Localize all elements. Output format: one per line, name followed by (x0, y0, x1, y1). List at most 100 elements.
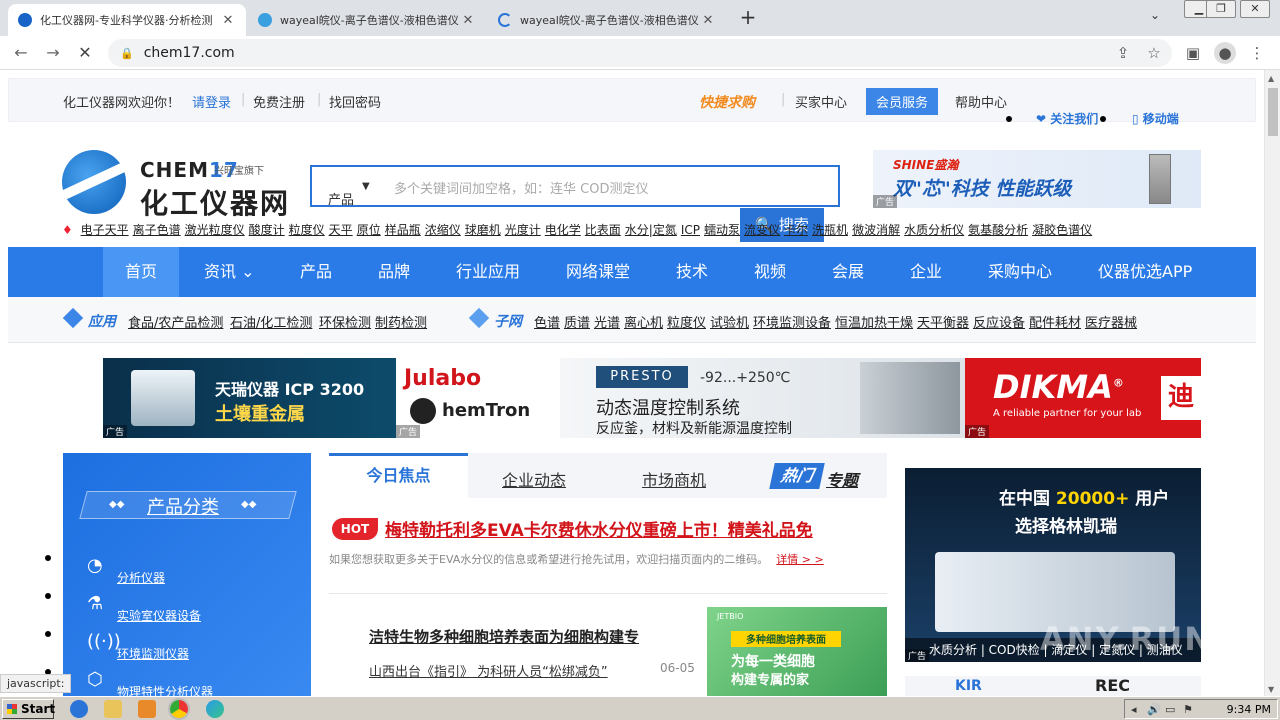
profile-avatar-icon[interactable]: ● (1214, 42, 1236, 64)
stop-loading-icon[interactable]: ✕ (74, 42, 96, 64)
scroll-down-icon[interactable]: ▼ (1268, 685, 1274, 694)
sub-nav-link[interactable]: 恒温加热干燥 (835, 312, 913, 331)
new-tab-button[interactable]: + (736, 6, 760, 30)
follow-us-link[interactable]: ❤ 关注我们 (1036, 110, 1098, 127)
sub-nav-link[interactable]: 色谱 (534, 312, 560, 331)
bookmark-star-icon[interactable]: ☆ (1143, 42, 1165, 64)
member-service-button[interactable]: 会员服务 (866, 88, 939, 115)
tab-market[interactable]: 市场商机 (642, 467, 706, 491)
forward-icon[interactable]: → (42, 42, 64, 64)
nav-item[interactable]: 品牌 (378, 247, 410, 297)
sub-nav-link[interactable]: 石油/化工检测 (230, 312, 312, 331)
network-icon[interactable]: ▭ (1165, 703, 1175, 716)
headline-link[interactable]: 梅特勒托利多EVA卡尔费休水分仪重磅上市！精美礼品免 (385, 516, 813, 541)
chrome-icon[interactable] (168, 698, 190, 720)
nav-item[interactable]: 技术 (676, 247, 708, 297)
find-password-link[interactable]: 找回密码 (329, 92, 381, 111)
scroll-up-icon[interactable]: ▲ (1268, 74, 1274, 83)
nav-item[interactable]: 首页 (103, 247, 180, 297)
search-input[interactable]: 多个关键词间加空格，如：连华 COD测定仪 (394, 178, 648, 197)
scroll-thumb[interactable] (1268, 88, 1278, 136)
news-item-link[interactable]: 山西出台《指引》 为科研人员“松绑减负” (369, 661, 608, 680)
hot-keyword-link[interactable]: 原位 (357, 223, 381, 237)
sub-nav-link[interactable]: 粒度仪 (667, 312, 706, 331)
category-title-link[interactable]: 产品分类 (147, 493, 219, 519)
hot-keyword-link[interactable]: 凝胶色谱仪 (1032, 223, 1092, 237)
julabo-ad-banner[interactable]: Julabo hemTron 广告 (396, 358, 560, 438)
hot-keyword-link[interactable]: 比表面 (585, 223, 621, 237)
search-category-select[interactable]: 产品 ▼ (312, 167, 384, 208)
news-item-link[interactable]: 洁特生物多种细胞培养表面为细胞构建专 (369, 626, 639, 647)
nav-item[interactable]: 产品 (300, 247, 332, 297)
close-tab-icon[interactable]: ✕ (220, 13, 236, 28)
hot-keyword-link[interactable]: 电子天平 (81, 223, 129, 237)
buyer-center-link[interactable]: 买家中心 (795, 92, 847, 111)
hot-keyword-link[interactable]: 水质分析仪 (904, 223, 964, 237)
category-physical-link[interactable]: 物理特性分析仪器 (117, 683, 213, 696)
hot-keyword-link[interactable]: 激光粒度仪 (185, 223, 245, 237)
share-icon[interactable]: ⇪ (1112, 42, 1134, 64)
nav-item[interactable]: 仪器优选APP (1098, 247, 1192, 297)
hot-keyword-link[interactable]: 水分|定氮 (625, 223, 677, 237)
hot-keyword-link[interactable]: 光度计 (505, 223, 541, 237)
sub-nav-link[interactable]: 质谱 (564, 312, 590, 331)
hot-keyword-link[interactable]: 样品瓶 (385, 223, 421, 237)
category-lab-link[interactable]: 实验室仪器设备 (117, 607, 201, 624)
sub-nav-link[interactable]: 离心机 (624, 312, 663, 331)
category-env-link[interactable]: 环境监测仪器 (117, 645, 189, 662)
close-tab-icon[interactable]: ✕ (460, 13, 476, 28)
second-right-ad[interactable]: KIR REC (905, 676, 1201, 696)
quick-buy-link[interactable]: 快捷求购 (699, 92, 755, 112)
hot-keyword-link[interactable]: 电化学 (545, 223, 581, 237)
tab-company-news[interactable]: 企业动态 (502, 467, 566, 491)
sub-nav-link[interactable]: 天平衡器 (917, 312, 969, 331)
hot-keyword-link[interactable]: 粒度仪 (289, 223, 325, 237)
menu-kebab-icon[interactable]: ⋮ (1246, 42, 1268, 64)
shine-ad-banner[interactable]: SHINE盛瀚 双"芯"科技 性能跃级 广告 (873, 150, 1201, 208)
edge-icon[interactable] (206, 700, 224, 718)
tab-search-chevron-icon[interactable]: ⌄ (1150, 8, 1160, 22)
close-tab-icon[interactable]: ✕ (700, 13, 716, 28)
login-link[interactable]: 请登录 (192, 92, 231, 111)
clock[interactable]: 9:34 PM (1227, 703, 1271, 716)
nav-item[interactable]: 会展 (832, 247, 864, 297)
nav-item[interactable]: 企业 (910, 247, 942, 297)
close-window-button[interactable]: ✕ (1240, 0, 1270, 18)
browser-tab-1[interactable]: 化工仪器网-专业科学仪器·分析检测 ✕ (8, 4, 246, 36)
sub-nav-link[interactable]: 配件耗材 (1029, 312, 1081, 331)
start-button[interactable]: Start (2, 699, 55, 719)
tray-chevron-icon[interactable]: ◂ (1131, 703, 1137, 716)
hot-keyword-link[interactable]: 流变仪 (744, 223, 780, 237)
presto-ad-banner[interactable]: PRESTO -92...+250℃ 动态温度控制系统 反应釜，材料及新能源温度… (560, 358, 965, 438)
hot-keyword-link[interactable]: ICP (681, 223, 700, 237)
browser-tab-3[interactable]: wayeal皖仪-离子色谱仪-液相色谱仪 ✕ (488, 4, 726, 36)
sub-nav-link[interactable]: 光谱 (594, 312, 620, 331)
sub-nav-link[interactable]: 环境监测设备 (753, 312, 831, 331)
tianrui-ad-banner[interactable]: 天瑞仪器 ICP 3200 土壤重金属 广告 (103, 358, 396, 438)
nav-item[interactable]: 采购中心 (988, 247, 1052, 297)
browser-tab-2[interactable]: wayeal皖仪-离子色谱仪-液相色谱仪 ✕ (248, 4, 486, 36)
register-link[interactable]: 免费注册 (253, 92, 305, 111)
flag-icon[interactable]: ⚑ (1183, 703, 1193, 716)
site-logo[interactable]: CHEM17 兴旺宝旗下 化工仪器网 (62, 150, 312, 220)
sub-nav-link[interactable]: 反应设备 (973, 312, 1025, 331)
nav-item[interactable]: 网络课堂 (566, 247, 630, 297)
tab-hot-topics[interactable]: 专题 (826, 467, 858, 491)
sub-nav-link[interactable]: 医疗器械 (1085, 312, 1137, 331)
sub-nav-link[interactable]: 食品/农产品检测 (128, 312, 223, 331)
hot-keyword-link[interactable]: 离子色谱 (133, 223, 181, 237)
help-center-link[interactable]: 帮助中心 (955, 92, 1007, 111)
hot-keyword-link[interactable]: 氨基酸分析 (968, 223, 1028, 237)
sub-nav-link[interactable]: 环保检测 (319, 312, 371, 331)
hot-keyword-link[interactable]: 浓缩仪 (425, 223, 461, 237)
restore-button[interactable]: ❐ (1206, 0, 1236, 18)
ie-icon[interactable] (70, 700, 88, 718)
nav-item[interactable]: 视频 (754, 247, 786, 297)
media-player-icon[interactable] (138, 700, 156, 718)
hot-keyword-link[interactable]: 洗瓶机 (812, 223, 848, 237)
hot-topic-badge[interactable]: 热门 (769, 463, 825, 489)
hot-keyword-link[interactable]: 微波消解 (852, 223, 900, 237)
tab-today-focus[interactable]: 今日焦点 (329, 453, 468, 498)
news-thumbnail[interactable]: JETBIO 多种细胞培养表面 为每一类细胞 构建专属的家 (707, 607, 887, 696)
nav-item[interactable]: 资讯 ⌄ (204, 247, 255, 297)
